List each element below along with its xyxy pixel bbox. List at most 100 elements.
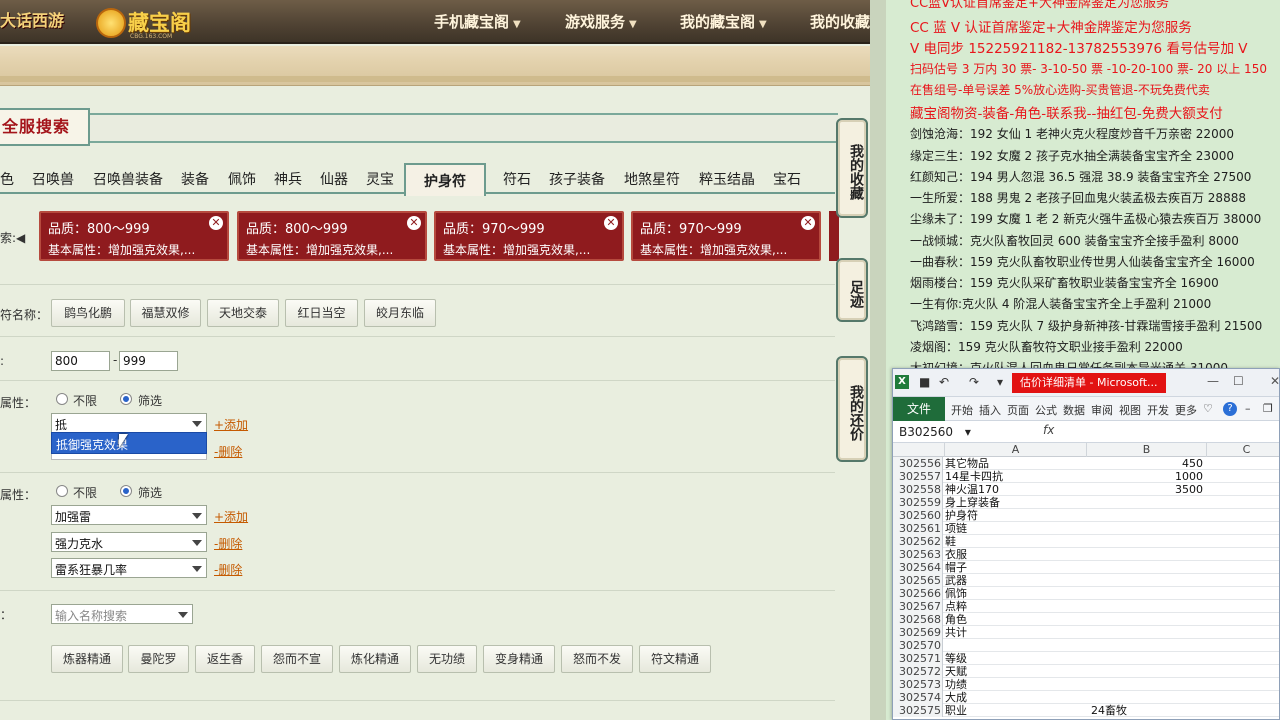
amulet-name-button[interactable]: 皎月东临 [364,299,436,327]
select-all-corner[interactable] [893,443,945,457]
cell-a[interactable]: 项链 [945,522,1087,535]
game-logo[interactable]: 大话西游2 [0,6,68,36]
saved-search-chip[interactable]: 品质：970～999 基本属性：增加强克效果,... ✕ [434,211,624,261]
cell-a[interactable]: 鞋 [945,535,1087,548]
skill-button[interactable]: 怒而不发 [561,645,633,673]
saved-search-chip[interactable]: 品质：800～999 基本属性：增加强克效果,... ✕ [39,211,229,261]
tab-role[interactable]: 色 [0,169,14,189]
attr2-filter-radio[interactable] [120,485,132,497]
tab-summon[interactable]: 召唤兽 [32,169,74,189]
skill-button[interactable]: 炼化精通 [339,645,411,673]
attr2-select[interactable]: 加强雷 [51,505,207,525]
cell-b[interactable]: 1000 [1087,470,1207,483]
cell-a[interactable]: 衣服 [945,548,1087,561]
tab-equip[interactable]: 装备 [181,169,209,189]
column-header[interactable]: C [1207,443,1279,457]
attr2-delete-link[interactable]: -删除 [214,535,242,552]
close-icon[interactable]: ✕ [209,216,223,230]
maximize-icon[interactable]: ☐ [1233,374,1244,388]
excel-ribbon-tab[interactable]: 页面 [1007,402,1029,418]
amulet-name-button[interactable]: 鹍鸟化鹏 [51,299,125,327]
skill-button[interactable]: 返生香 [195,645,255,673]
excel-grid[interactable]: 302556 其它物品 450 302557 14星卡四抗 1000 302558 神火温17… [893,457,1279,719]
skill-button[interactable]: 怨而不宣 [261,645,333,673]
cell-a[interactable]: 神火温170 [945,483,1087,496]
row-number[interactable]: 302561 [893,522,943,535]
cell-a[interactable]: 等级 [945,652,1087,665]
excel-ribbon-tab[interactable]: 审阅 [1091,402,1113,418]
row-number[interactable]: 302569 [893,626,943,639]
row-number[interactable]: 302573 [893,678,943,691]
row-number[interactable]: 302564 [893,561,943,574]
skill-button[interactable]: 变身精通 [483,645,555,673]
cell-a[interactable]: 大成 [945,691,1087,704]
attr1-select-input[interactable]: 抵 [51,413,207,433]
attr2-add-link[interactable]: +添加 [214,508,248,525]
skill-button[interactable]: 炼器精通 [51,645,123,673]
close-icon[interactable]: ✕ [407,216,421,230]
minimize-ribbon-icon[interactable]: – [1245,402,1251,415]
attr1-delete-link[interactable]: -删除 [214,443,242,460]
tab-amulet[interactable]: 护身符 [404,163,486,196]
cell-a[interactable]: 护身符 [945,509,1087,522]
cell-a[interactable]: 其它物品 [945,457,1087,470]
row-number[interactable]: 302558 [893,483,943,496]
amulet-name-button[interactable]: 红日当空 [285,299,358,327]
cell-a[interactable]: 14星卡四抗 [945,470,1087,483]
close-icon[interactable]: ✕ [604,216,618,230]
tab-child-equip[interactable]: 孩子装备 [549,169,605,189]
attr2-select[interactable]: 强力克水 [51,532,207,552]
excel-fx-icon[interactable]: fx [1043,423,1054,437]
row-number[interactable]: 302562 [893,535,943,548]
attr2-unlimited-radio[interactable] [56,485,68,497]
tab-star-talisman[interactable]: 地煞星符 [624,169,680,189]
row-number[interactable]: 302566 [893,587,943,600]
tab-immortal-item[interactable]: 仙器 [320,169,348,189]
topnav-mobile-cbg[interactable]: 手机藏宝阁 ▼ [434,11,521,32]
amulet-name-button[interactable]: 天地交泰 [207,299,279,327]
side-tab-my-counteroffer[interactable]: 我的还价 [836,356,868,462]
saved-search-chip[interactable]: 品质：800～999 基本属性：增加强克效果,... ✕ [237,211,427,261]
cbg-logo-icon[interactable] [96,8,126,38]
help-icon[interactable]: ? [1223,402,1237,416]
cell-a[interactable]: 武器 [945,574,1087,587]
chevron-down-icon[interactable]: ▾ [997,375,1003,389]
skill-button[interactable]: 曼陀罗 [128,645,189,673]
row-number[interactable]: 302565 [893,574,943,587]
cell-b[interactable]: 450 [1087,457,1207,470]
close-icon[interactable]: ✕ [801,216,815,230]
tab-divine-weapon[interactable]: 神兵 [274,169,302,189]
attr2-delete-link[interactable]: -删除 [214,561,242,578]
cell-a[interactable]: 职业 [945,704,1087,717]
quality-min-input[interactable]: 800 [51,351,110,371]
attr1-add-link[interactable]: +添加 [214,416,248,433]
redo-icon[interactable]: ↷ [969,375,979,389]
cell-a[interactable]: 功绩 [945,678,1087,691]
side-tab-footprints[interactable]: 足迹 [836,258,868,322]
saved-search-chip[interactable]: 品质：970～999 基本属性：增加强克效果,... ✕ [631,211,821,261]
row-number[interactable]: 302571 [893,652,943,665]
excel-titlebar[interactable]: X ■ ↶ ↷ ▾ 估价详细清单 - Microsoft... — ☐ ✕ [893,369,1279,397]
row-number[interactable]: 302575 [893,704,943,717]
cell-a[interactable]: 角色 [945,613,1087,626]
tab-spirit-treasure[interactable]: 灵宝 [366,169,394,189]
attr1-filter-radio[interactable] [120,393,132,405]
row-number[interactable]: 302559 [893,496,943,509]
excel-ribbon-tab[interactable]: 更多 [1175,402,1197,418]
skill-search-input[interactable]: 输入名称搜索 [51,604,193,624]
excel-ribbon-tab[interactable]: 公式 [1035,402,1057,418]
excel-ribbon-tab[interactable]: 插入 [979,402,1001,418]
topnav-my-cbg[interactable]: 我的藏宝阁 ▼ [680,11,767,32]
row-number[interactable]: 302560 [893,509,943,522]
cell-b[interactable]: 24畜牧 [1087,704,1207,717]
cell-a[interactable]: 共计 [945,626,1087,639]
skill-button[interactable]: 符文精通 [639,645,711,673]
row-number[interactable]: 302572 [893,665,943,678]
cell-a[interactable]: 天赋 [945,665,1087,678]
saved-search-chip-partial[interactable] [829,211,839,261]
heart-icon[interactable]: ♡ [1203,402,1213,415]
row-number[interactable]: 302567 [893,600,943,613]
cell-a[interactable]: 佩饰 [945,587,1087,600]
excel-ribbon-tab[interactable]: 开始 [951,402,973,418]
cell-a[interactable]: 帽子 [945,561,1087,574]
